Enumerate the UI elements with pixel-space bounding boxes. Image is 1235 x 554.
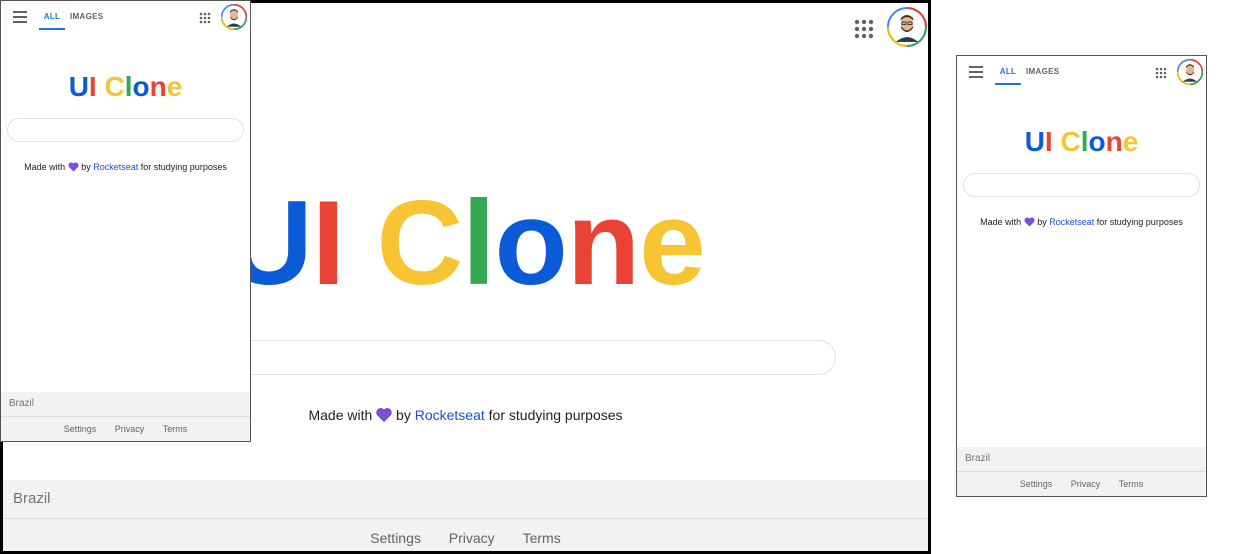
credit-text: Made with by Rocketseat for studying pur… [980,217,1183,229]
tab-all-indicator [39,28,65,30]
footer-links: Settings Privacy Terms [957,479,1206,489]
footer: Brazil Settings Privacy Terms [3,480,928,551]
user-avatar[interactable] [220,3,248,31]
search-input[interactable] [7,118,244,142]
rocketseat-link[interactable]: Rocketseat [93,162,138,172]
purple-heart-icon [68,162,79,174]
purple-heart-icon [376,408,392,425]
terms-link[interactable]: Terms [1119,479,1144,489]
footer-divider [957,471,1206,472]
footer-country: Brazil [9,398,35,409]
terms-link[interactable]: Terms [163,424,188,434]
tab-all-indicator [995,83,1021,85]
terms-link[interactable]: Terms [523,530,561,546]
purple-heart-icon [1024,217,1035,229]
user-avatar[interactable] [1176,58,1204,86]
settings-link[interactable]: Settings [1020,479,1053,489]
apps-grid-icon[interactable] [854,19,874,39]
tab-images[interactable]: IMAGES [1026,67,1059,76]
privacy-link[interactable]: Privacy [1071,479,1101,489]
mobile-viewport-overlay: ALL IMAGES UI Clone Made with by Rockets… [0,0,251,442]
settings-link[interactable]: Settings [370,530,421,546]
tab-all[interactable]: ALL [995,67,1021,76]
footer-divider [1,416,250,417]
footer-country: Brazil [13,490,51,507]
tab-all[interactable]: ALL [39,12,65,21]
page-logo: UI Clone [1024,126,1139,157]
credit-text: Made with by Rocketseat for studying pur… [24,162,227,174]
apps-grid-icon[interactable] [1155,66,1167,79]
user-avatar[interactable] [887,7,927,47]
mobile-viewport-preview: ALL IMAGES UI Clone Made with by Rockets… [956,55,1207,497]
rocketseat-link[interactable]: Rocketseat [415,407,485,423]
footer-links: Settings Privacy Terms [3,530,928,546]
settings-link[interactable]: Settings [64,424,97,434]
tab-images[interactable]: IMAGES [70,12,103,21]
privacy-link[interactable]: Privacy [449,530,495,546]
page-logo: UI Clone [68,71,183,102]
hamburger-menu-icon[interactable] [969,66,983,78]
rocketseat-link[interactable]: Rocketseat [1049,217,1094,227]
footer-country: Brazil [965,453,991,464]
footer: Brazil Settings Privacy Terms [1,392,250,441]
hamburger-menu-icon[interactable] [13,11,27,23]
footer-links: Settings Privacy Terms [1,424,250,434]
footer: Brazil Settings Privacy Terms [957,447,1206,496]
privacy-link[interactable]: Privacy [115,424,145,434]
search-input[interactable] [963,173,1200,197]
footer-divider [3,518,928,519]
search-input[interactable] [208,340,836,375]
apps-grid-icon[interactable] [199,11,211,24]
